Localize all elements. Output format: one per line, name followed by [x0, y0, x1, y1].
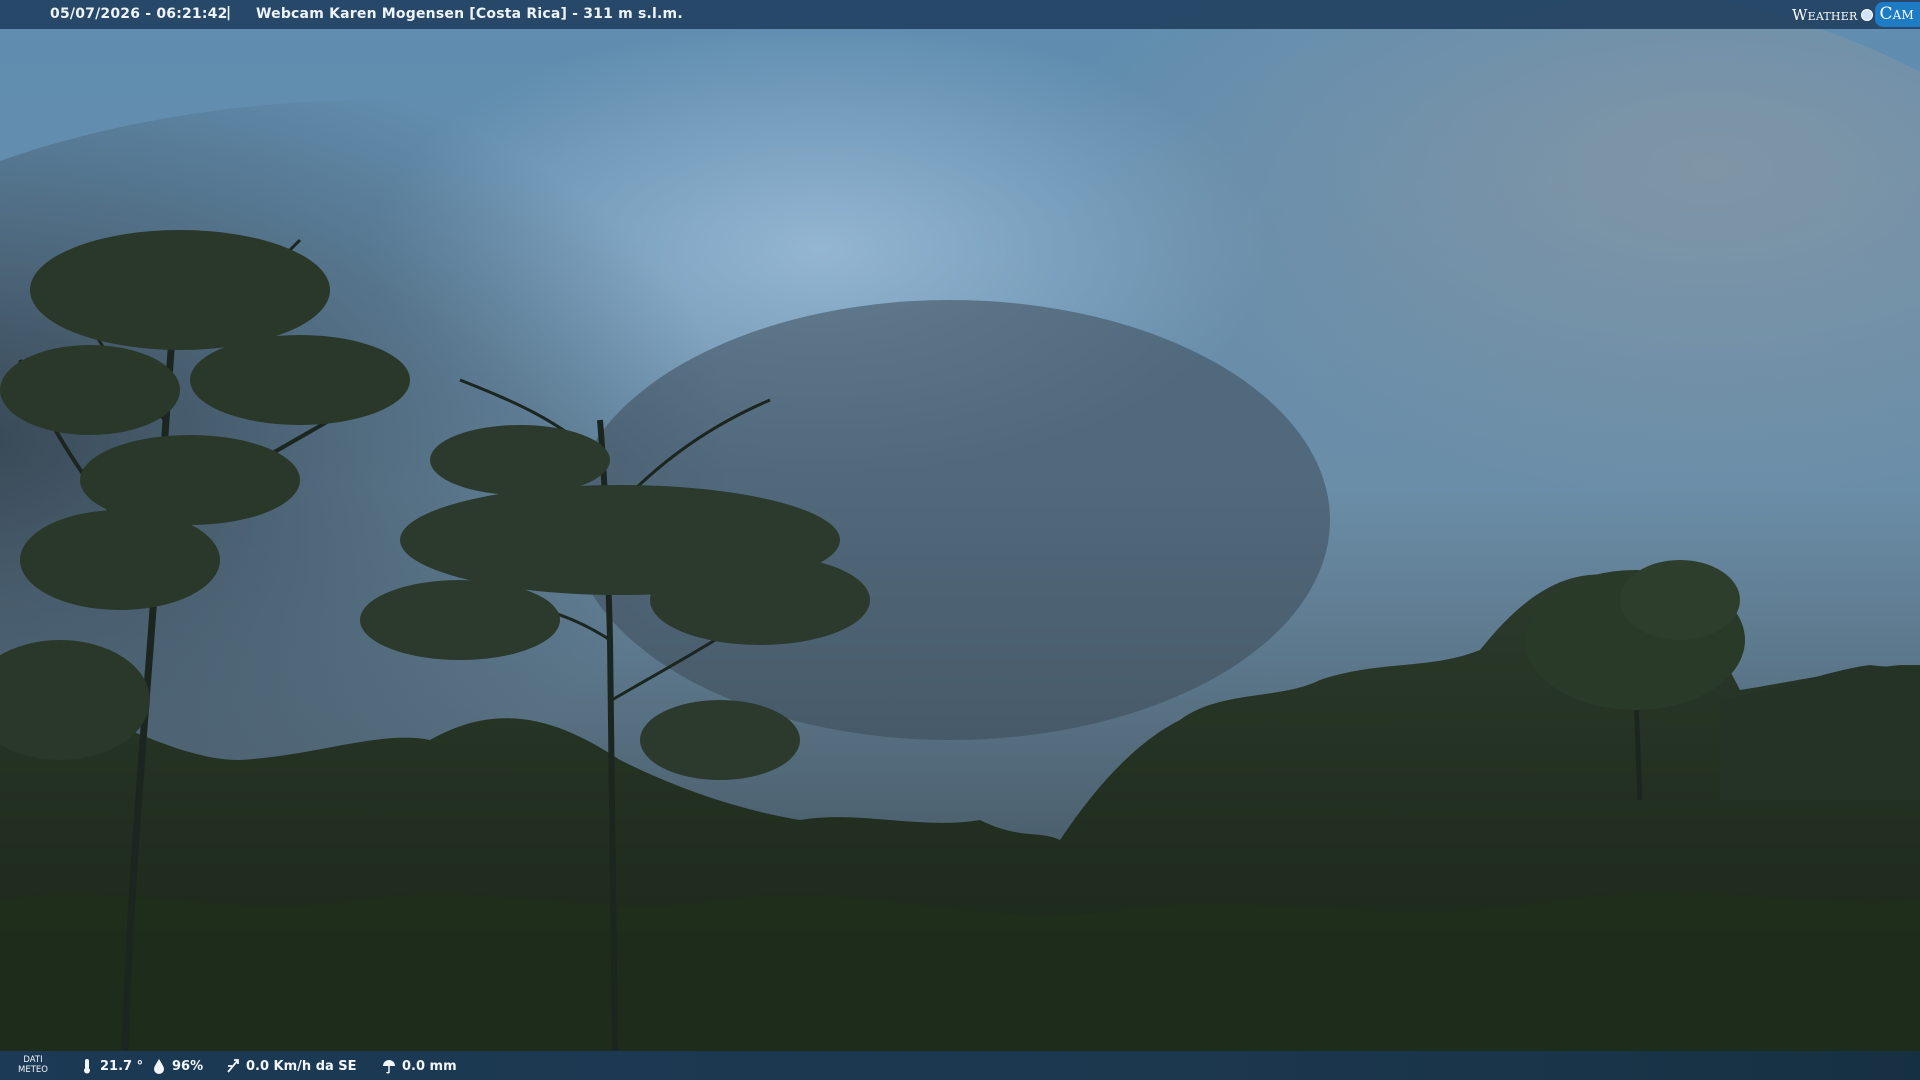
humidity-value: 96% [172, 1058, 204, 1074]
humidity-drop-icon [154, 1059, 164, 1074]
temperature-readout: 21.7 ° [80, 1058, 143, 1074]
webcam-scene [0, 0, 1920, 1080]
meteo-label-line2: METEO [18, 1065, 48, 1075]
meteo-label: DATI METEO [18, 1055, 48, 1075]
timestamp: 05/07/2026 - 06:21:42 [50, 6, 228, 22]
separator: | [226, 5, 232, 21]
temperature-value: 21.7 ° [100, 1058, 144, 1074]
wind-vane-icon [227, 1059, 239, 1073]
humidity-readout: 96% [152, 1058, 203, 1074]
weathercam-logo: Weather Cam [1792, 2, 1920, 27]
wind-readout: 0.0 Km/h da SE [226, 1058, 357, 1074]
webcam-title: Webcam Karen Mogensen [Costa Rica] - 311… [256, 6, 683, 22]
wind-value: 0.0 Km/h da SE [246, 1058, 357, 1074]
meteo-label-line1: DATI [23, 1055, 43, 1065]
logo-weather-text: Weather [1792, 5, 1858, 24]
rain-umbrella-icon [383, 1060, 395, 1074]
logo-cam-text: Cam [1875, 2, 1920, 27]
info-top-bar: 05/07/2026 - 06:21:42 | Webcam Karen Mog… [0, 0, 1920, 29]
rain-value: 0.0 mm [402, 1058, 457, 1074]
logo-lens-icon [1861, 8, 1874, 21]
rain-readout: 0.0 mm [382, 1058, 457, 1074]
meteo-bottom-bar: DATI METEO 21.7 ° 96% 0.0 Km/h da SE 0.0… [0, 1051, 1920, 1080]
thermometer-icon [84, 1059, 90, 1074]
